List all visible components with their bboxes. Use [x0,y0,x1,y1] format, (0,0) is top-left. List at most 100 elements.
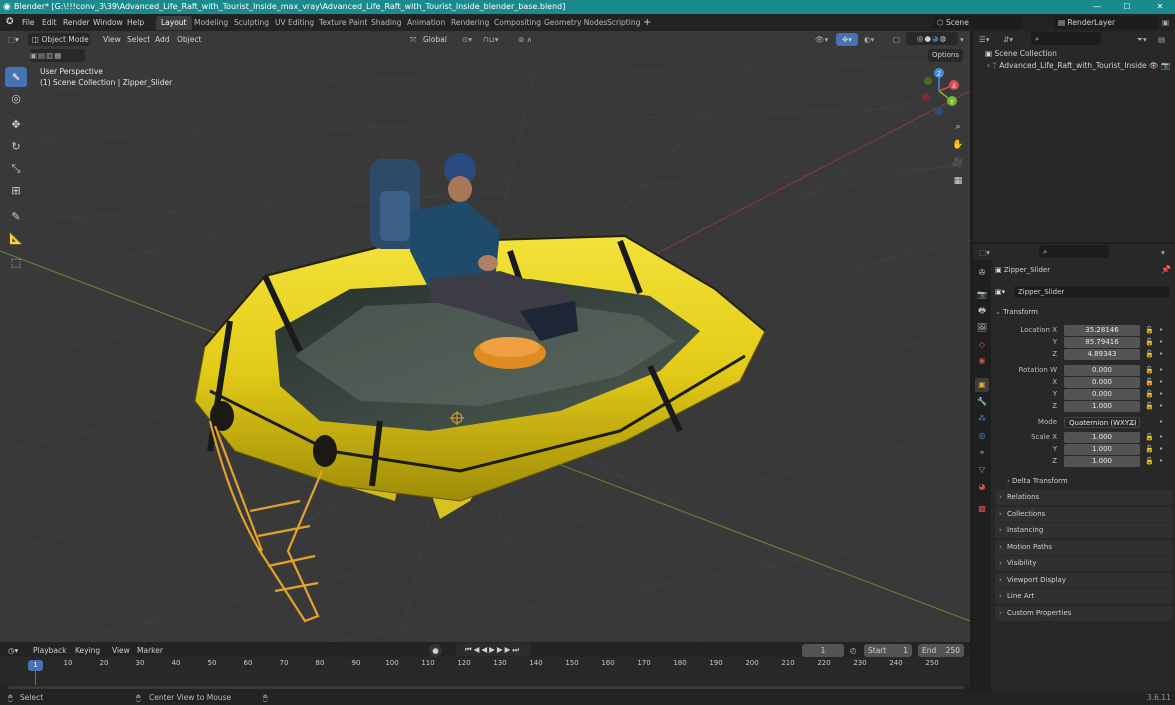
start-frame-field[interactable]: Start 1 [864,644,912,657]
xray-icon[interactable]: ▢ [893,33,900,46]
material-tab-icon[interactable]: ◕ [975,480,989,494]
scene-selector[interactable]: ⬡ Scene [933,16,1023,29]
transform-panel-header[interactable]: ⌄ Transform [995,306,1173,319]
viewport-display-panel[interactable]: Viewport Display [995,573,1173,588]
record-keyframe-icon[interactable]: ● [429,644,442,657]
tab-sculpting[interactable]: Sculpting [229,16,274,30]
location-z-field[interactable]: 4.89343 [1064,349,1140,360]
timeline-menu-keying[interactable]: Keying [75,644,100,657]
scale-tool-icon[interactable]: ⤡ [5,159,27,179]
keyframe-dot-icon[interactable]: • [1159,417,1163,428]
timeline-menu-view[interactable]: View [112,644,130,657]
shading-dropdown-icon[interactable]: ▾ [960,33,964,46]
properties-options-icon[interactable]: ▾ [1161,246,1165,259]
pan-hand-icon[interactable]: ✋ [950,137,966,153]
outliner-search-input[interactable]: ⌕ [1031,32,1101,45]
lock-icon[interactable]: 🔓 [1145,456,1154,467]
playback-controls-icon[interactable]: ⏮◀◀▶▶▶⏭ [456,643,530,656]
outliner-item[interactable]: › ᛉ Advanced_Life_Raft_with_Tourist_Insi… [987,60,1175,71]
viewport-menu-add[interactable]: Add [155,33,170,46]
lock-icon[interactable]: 🔓 [1145,337,1154,348]
tab-modeling[interactable]: Modeling [189,16,233,30]
measure-tool-icon[interactable]: 📐 [5,229,27,249]
overlays-icon[interactable]: ◐▾ [864,33,874,46]
properties-editor-icon[interactable]: ⬚▾ [979,246,990,259]
viewport-menu-view[interactable]: View [103,33,121,46]
navigation-gizmo[interactable]: X Y Z [912,67,968,117]
instancing-panel[interactable]: Instancing [995,523,1173,538]
object-data-icon[interactable]: ▣▾ [995,288,1005,296]
shading-modes-icon[interactable]: ◎●◕◍ [906,32,958,45]
proportional-edit-icon[interactable]: ⊚ ∧ [518,33,532,46]
motion-paths-panel[interactable]: Motion Paths [995,540,1173,555]
select-box-tool-icon[interactable]: ⬉ [5,67,27,87]
pin-icon[interactable]: 📌 [1161,265,1171,274]
line-art-panel[interactable]: Line Art [995,589,1173,604]
timeline-menu-marker[interactable]: Marker [137,644,163,657]
tab-compositing[interactable]: Compositing [489,16,546,30]
location-x-field[interactable]: 35.28146 [1064,325,1140,336]
annotate-tool-icon[interactable]: ✎ [5,207,27,227]
delta-transform-subpanel[interactable]: › Delta Transform [1007,475,1068,487]
keyframe-dot-icon[interactable]: • [1159,349,1163,360]
lock-icon[interactable]: 🔓 [1145,432,1154,443]
tab-scripting[interactable]: Scripting [602,16,645,30]
remove-view-layer-icon[interactable]: ▣ [1162,14,1169,31]
scale-x-field[interactable]: 1.000 [1064,432,1140,443]
menu-render[interactable]: Render [63,14,90,31]
texture-tab-icon[interactable]: ▩ [975,502,989,516]
keyframe-dot-icon[interactable]: • [1159,456,1163,467]
timeline-editor-icon[interactable]: ◷▾ [8,644,18,657]
orientation-dropdown[interactable]: Global [423,33,447,46]
lock-icon[interactable]: 🔓 [1145,325,1154,336]
lock-icon[interactable]: 🔓 [1145,349,1154,360]
viewport-menu-object[interactable]: Object [177,33,201,46]
end-frame-field[interactable]: End 250 [918,644,964,657]
tab-layout[interactable]: Layout [156,16,192,30]
keyframe-dot-icon[interactable]: • [1159,432,1163,443]
lock-icon[interactable]: 🔓 [1145,444,1154,455]
rotation-z-field[interactable]: 1.000 [1064,401,1140,412]
move-tool-icon[interactable]: ✥ [5,115,27,135]
add-cube-tool-icon[interactable]: ⬚ [5,253,27,273]
properties-search-input[interactable]: ⌕ [1039,245,1109,258]
current-frame-field[interactable]: 1 [802,644,844,657]
visibility-eye-icon[interactable]: 👁 [1149,60,1159,71]
rotation-w-field[interactable]: 0.000 [1064,365,1140,376]
minimize-button[interactable]: — [1085,0,1109,14]
tab-animation[interactable]: Animation [402,16,450,30]
stopwatch-icon[interactable]: ◴ [850,644,857,657]
rotation-mode-dropdown[interactable]: Quaternion (WXYZ) ⌄ [1064,417,1140,428]
custom-properties-panel[interactable]: Custom Properties [995,606,1173,621]
scale-z-field[interactable]: 1.000 [1064,456,1140,467]
keyframe-dot-icon[interactable]: • [1159,401,1163,412]
tool-tab-icon[interactable]: ✇ [975,266,989,280]
add-workspace-button[interactable]: + [643,14,651,31]
menu-edit[interactable]: Edit [42,14,57,31]
keyframe-dot-icon[interactable]: • [1159,389,1163,400]
options-dropdown[interactable]: Options [928,49,964,62]
menu-help[interactable]: Help [127,14,144,31]
lock-icon[interactable]: 🔓 [1145,377,1154,388]
maximize-button[interactable]: ☐ [1115,0,1139,14]
visibility-icon[interactable]: 👁▾ [815,33,828,46]
pivot-icon[interactable]: ⊙▾ [462,33,472,46]
camera-view-icon[interactable]: 🎥 [950,155,966,171]
blender-menu-icon[interactable]: ✪ [6,14,14,31]
timeline-menu-playback[interactable]: Playback [33,644,66,657]
outliner-editor-icon[interactable]: ☰▾ [979,33,990,46]
lock-icon[interactable]: 🔓 [1145,389,1154,400]
lock-icon[interactable]: 🔓 [1145,401,1154,412]
tab-shading[interactable]: Shading [366,16,406,30]
outliner-scene-collection[interactable]: ▣ Scene Collection [985,48,1057,59]
scale-y-field[interactable]: 1.000 [1064,444,1140,455]
filter-icon[interactable]: ⏷▾ [1137,33,1147,46]
keyframe-dot-icon[interactable]: • [1159,444,1163,455]
output-tab-icon[interactable]: 🖶 [975,304,989,318]
editor-type-icon[interactable]: ⬚▾ [8,33,19,46]
timeline-scrollbar[interactable] [8,686,964,689]
keyframe-dot-icon[interactable]: • [1159,337,1163,348]
keyframe-dot-icon[interactable]: • [1159,377,1163,388]
perspective-grid-icon[interactable]: ▦ [950,173,966,189]
render-camera-icon[interactable]: 📷 [1161,60,1170,71]
